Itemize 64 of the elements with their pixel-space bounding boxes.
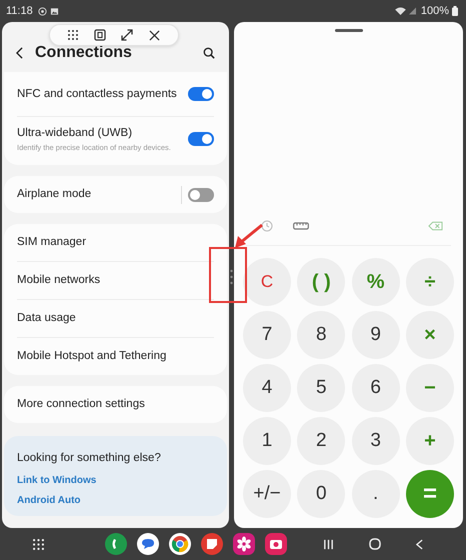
- highlight-box: [209, 247, 247, 303]
- calculator-key[interactable]: ÷: [406, 258, 454, 306]
- calculator-key[interactable]: %: [352, 258, 400, 306]
- setting-label[interactable]: NFC and contactless payments: [17, 86, 182, 102]
- split-view-icon[interactable]: [94, 29, 106, 41]
- ruler-icon[interactable]: [293, 222, 309, 230]
- calculator-key[interactable]: 2: [297, 417, 346, 465]
- suggestion-heading: Looking for something else?: [17, 452, 162, 464]
- calculator-key[interactable]: 6: [352, 364, 400, 412]
- calculator-key[interactable]: 9: [352, 311, 400, 359]
- suggestion-link[interactable]: Android Auto: [17, 495, 214, 506]
- notes-app-icon[interactable]: [201, 533, 223, 555]
- history-clock-icon[interactable]: [261, 220, 273, 232]
- calculator-key[interactable]: 8: [297, 311, 346, 359]
- divider-handle-icon[interactable]: [230, 270, 233, 284]
- calculator-key[interactable]: 1: [243, 417, 291, 465]
- calculator-key[interactable]: ×: [406, 311, 454, 359]
- flower-app-icon[interactable]: [233, 533, 255, 555]
- toggle-switch[interactable]: [188, 132, 214, 146]
- home-icon[interactable]: [369, 538, 381, 550]
- grid-icon[interactable]: [68, 30, 78, 40]
- page-title: Connections: [35, 44, 133, 62]
- toggle-switch[interactable]: [188, 87, 214, 101]
- back-nav-icon[interactable]: [416, 538, 423, 550]
- battery-percent: 100%: [420, 5, 449, 17]
- wifi-icon: [394, 7, 406, 15]
- calculator-key[interactable]: =: [406, 470, 454, 518]
- suggestion-link[interactable]: Link to Windows: [17, 475, 214, 486]
- setting-item[interactable]: Mobile networks: [17, 273, 100, 288]
- calculator-key[interactable]: C: [243, 258, 291, 306]
- drag-handle[interactable]: [334, 29, 362, 32]
- search-icon[interactable]: [203, 47, 215, 59]
- image-icon: [50, 6, 59, 16]
- setting-item[interactable]: Mobile Hotspot and Tethering: [17, 349, 166, 364]
- calculator-key[interactable]: 3: [352, 417, 400, 465]
- recents-icon[interactable]: [323, 538, 334, 550]
- calculator-key[interactable]: 0: [297, 470, 346, 518]
- battery-icon: [452, 6, 458, 16]
- setting-item[interactable]: More connection settings: [17, 397, 145, 412]
- calculator-key[interactable]: 5: [297, 364, 346, 412]
- calculator-key[interactable]: −: [406, 364, 454, 412]
- calculator-key[interactable]: ( ): [297, 258, 346, 306]
- calculator-key[interactable]: +: [406, 417, 454, 465]
- camera-app-icon[interactable]: [265, 533, 287, 555]
- toggle-switch[interactable]: [188, 188, 214, 202]
- browser-app-icon[interactable]: [169, 533, 191, 555]
- expand-icon[interactable]: [121, 29, 134, 41]
- app-drawer-icon[interactable]: [33, 538, 44, 550]
- back-icon[interactable]: [16, 47, 23, 59]
- phone-app-icon[interactable]: [105, 533, 127, 555]
- calculator-key[interactable]: .: [352, 470, 400, 518]
- clock-time: 11:18: [6, 5, 33, 17]
- setting-label[interactable]: Airplane mode: [17, 187, 175, 202]
- calculator-key[interactable]: 7: [243, 311, 291, 359]
- close-icon[interactable]: [149, 30, 160, 40]
- signal-icon: [408, 7, 416, 15]
- pointer-arrow: [235, 224, 263, 248]
- calculator-key[interactable]: +/−: [243, 470, 291, 518]
- calculator-key[interactable]: 4: [243, 364, 291, 412]
- messages-app-icon[interactable]: [137, 533, 159, 555]
- setting-item[interactable]: Data usage: [17, 311, 76, 326]
- setting-item[interactable]: SIM manager: [17, 235, 86, 250]
- status-icon: [38, 6, 47, 16]
- setting-label[interactable]: Ultra-wideband (UWB): [17, 126, 182, 140]
